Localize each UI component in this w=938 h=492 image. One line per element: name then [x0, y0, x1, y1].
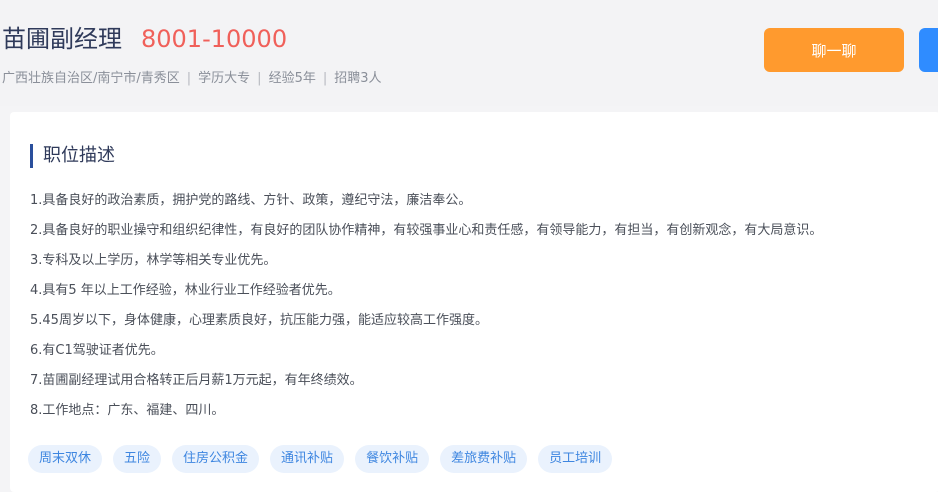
- description-item: 5.45周岁以下，身体健康，心理素质良好，抗压能力强，能适应较高工作强度。: [30, 313, 488, 328]
- description-item: 6.有C1驾驶证者优先。: [30, 343, 164, 358]
- job-description-card: 职位描述 1.具备良好的政治素质，拥护党的路线、方针、政策，遵纪守法，廉洁奉公。…: [10, 112, 938, 492]
- job-education: 学历大专: [198, 71, 251, 86]
- description-item: 1.具备良好的政治素质，拥护党的路线、方针、政策，遵纪守法，廉洁奉公。: [30, 193, 472, 208]
- chat-button[interactable]: 聊一聊: [764, 28, 904, 72]
- description-item: 3.专科及以上学历，林学等相关专业优先。: [30, 253, 277, 268]
- description-item: 8.工作地点：广东、福建、四川。: [30, 403, 225, 418]
- description-item: 7.苗圃副经理试用合格转正后月薪1万元起，有年终绩效。: [30, 373, 363, 388]
- description-list: 1.具备良好的政治素质，拥护党的路线、方针、政策，遵纪守法，廉洁奉公。 2.具备…: [30, 186, 822, 426]
- benefit-tag: 住房公积金: [172, 445, 260, 473]
- benefit-tag: 差旅费补贴: [440, 445, 528, 473]
- benefit-tag: 五险: [113, 445, 162, 473]
- section-title: 职位描述: [30, 144, 115, 168]
- meta-separator: |: [186, 71, 192, 86]
- job-experience: 经验5年: [268, 71, 316, 86]
- benefit-tag: 餐饮补贴: [355, 445, 430, 473]
- salary-range: 8001-10000: [141, 25, 288, 53]
- description-item: 4.具有5 年以上工作经验，林业行业工作经验者优先。: [30, 283, 341, 298]
- benefit-tags: 周末双休 五险 住房公积金 通讯补贴 餐饮补贴 差旅费补贴 员工培训: [28, 445, 613, 473]
- benefit-tag: 通讯补贴: [270, 445, 345, 473]
- meta-separator: |: [322, 71, 328, 86]
- benefit-tag: 周末双休: [28, 445, 103, 473]
- job-title: 苗圃副经理: [2, 25, 122, 53]
- description-item: 2.具备良好的职业操守和组织纪律性，有良好的团队协作精神，有较强事业心和责任感，…: [30, 223, 823, 238]
- benefit-tag: 员工培训: [538, 445, 613, 473]
- apply-button[interactable]: [919, 28, 938, 72]
- job-meta: 广西壮族自治区/南宁市/青秀区 | 学历大专 | 经验5年 | 招聘3人: [2, 69, 382, 89]
- job-location: 广西壮族自治区/南宁市/青秀区: [2, 71, 180, 86]
- job-headcount: 招聘3人: [334, 71, 382, 86]
- meta-separator: |: [257, 71, 262, 86]
- job-header: 苗圃副经理 8001-10000 广西壮族自治区/南宁市/青秀区 | 学历大专 | 经验…: [0, 0, 938, 106]
